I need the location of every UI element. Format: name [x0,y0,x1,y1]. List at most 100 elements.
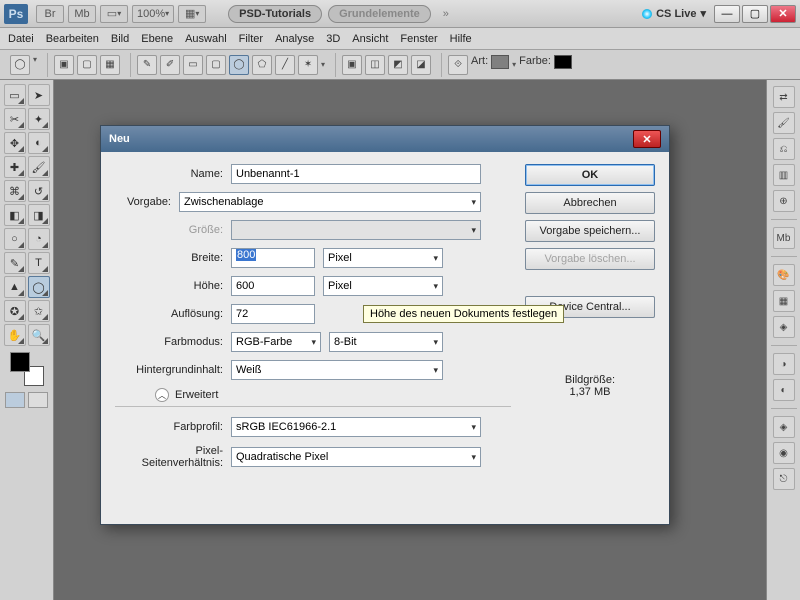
cancel-button[interactable]: Abbrechen [525,192,655,214]
panel-paths-icon[interactable]: ⎋ [773,468,795,490]
quickmask-mode-icon[interactable] [28,392,48,408]
arrow-tool-icon[interactable]: ➤ [28,84,50,106]
panel-adjustments-icon[interactable]: ⇄ [773,86,795,108]
freeform-pen-icon[interactable]: ✐ [160,55,180,75]
combine-exclude-icon[interactable]: ◪ [411,55,431,75]
menu-ansicht[interactable]: Ansicht [352,33,388,45]
shape-layers-icon[interactable]: ▣ [54,55,74,75]
menu-auswahl[interactable]: Auswahl [185,33,227,45]
move-tool-icon[interactable]: ▭ [4,84,26,106]
panel-swatches-icon[interactable]: ▦ [773,290,795,312]
menu-filter[interactable]: Filter [239,33,263,45]
stamp-tool-icon[interactable]: ⌘ [4,180,26,202]
menu-bearbeiten[interactable]: Bearbeiten [46,33,99,45]
pen-tool-icon[interactable]: ✎ [4,252,26,274]
menu-datei[interactable]: Datei [8,33,34,45]
ellipse-shape-icon[interactable]: ◯ [229,55,249,75]
par-dropdown[interactable]: Quadratische Pixel [231,447,481,467]
pen-mode-icon[interactable]: ✎ [137,55,157,75]
fg-bg-swatch[interactable] [10,352,44,386]
crop-tool-icon[interactable]: ✥ [4,132,26,154]
panel-clonesource-icon[interactable]: ⎌ [773,138,795,160]
custom-shape-icon[interactable]: ✶ [298,55,318,75]
link-style-icon[interactable]: ⟐ [448,55,468,75]
height-input[interactable] [231,276,315,296]
options-bar: ◯▾ ▣ ▢ ▦ ✎ ✐ ▭ ▢ ◯ ⬠ ╱ ✶ ▾ ▣ ◫ ◩ ◪ ⟐ Art… [0,50,800,80]
minimize-button[interactable]: — [714,5,740,23]
save-preset-button[interactable]: Vorgabe speichern... [525,220,655,242]
line-shape-icon[interactable]: ╱ [275,55,295,75]
panel-adjust2-icon[interactable]: ◐ [773,379,795,401]
advanced-toggle[interactable]: ︿ Erweitert [155,388,511,402]
polygon-shape-icon[interactable]: ⬠ [252,55,272,75]
close-button[interactable]: ✕ [770,5,796,23]
zoom-dropdown[interactable]: 100% [132,5,174,23]
3d-camera-icon[interactable]: ✩ [28,300,50,322]
3d-tool-icon[interactable]: ✪ [4,300,26,322]
ok-button[interactable]: OK [525,164,655,186]
width-unit-dropdown[interactable]: Pixel [323,248,443,268]
name-input[interactable] [231,164,481,184]
eraser-tool-icon[interactable]: ◧ [4,204,26,226]
panel-brushes-icon[interactable]: 🖌 [773,112,795,134]
bridge-button[interactable]: Br [36,5,64,23]
bitdepth-dropdown[interactable]: 8-Bit [329,332,443,352]
combine-intersect-icon[interactable]: ◩ [388,55,408,75]
dodge-tool-icon[interactable]: ◔ [28,228,50,250]
cs-live-button[interactable]: CS Live ▾ [642,7,706,20]
current-tool-icon[interactable]: ◯ [10,55,30,75]
zoom-tool-icon[interactable]: 🔍 [28,324,50,346]
combine-subtract-icon[interactable]: ◫ [365,55,385,75]
panel-measure-icon[interactable]: ⊕ [773,190,795,212]
blur-tool-icon[interactable]: ○ [4,228,26,250]
width-input[interactable]: 800 [231,248,315,268]
workspace-tab[interactable]: Grundelemente [328,5,431,23]
colormode-dropdown[interactable]: RGB-Farbe [231,332,321,352]
minibridge-button[interactable]: Mb [68,5,96,23]
profile-dropdown[interactable]: sRGB IEC61966-2.1 [231,417,481,437]
brush-tool-icon[interactable]: 🖌 [28,156,50,178]
arrange-dropdown[interactable]: ▦ [178,5,206,23]
history-brush-icon[interactable]: ↺ [28,180,50,202]
menu-hilfe[interactable]: Hilfe [450,33,472,45]
color-swatch[interactable] [554,55,572,69]
fg-color-icon[interactable] [10,352,30,372]
workspace-more-icon[interactable]: » [443,8,449,20]
wand-tool-icon[interactable]: ✦ [28,108,50,130]
heal-tool-icon[interactable]: ✚ [4,156,26,178]
height-unit-dropdown[interactable]: Pixel [323,276,443,296]
roundrect-shape-icon[interactable]: ▢ [206,55,226,75]
panel-layer-icon[interactable]: ▥ [773,164,795,186]
shape-tool-icon[interactable]: ◯ [28,276,50,298]
dialog-close-button[interactable]: ✕ [633,130,661,148]
preset-dropdown[interactable]: Zwischenablage [179,192,481,212]
path-select-icon[interactable]: ▲ [4,276,26,298]
combine-add-icon[interactable]: ▣ [342,55,362,75]
paths-icon[interactable]: ▢ [77,55,97,75]
panel-color-icon[interactable]: 🎨 [773,264,795,286]
menu-ebene[interactable]: Ebene [141,33,173,45]
screenmode-dropdown[interactable]: ▭ [100,5,128,23]
hand-tool-icon[interactable]: ✋ [4,324,26,346]
panel-channels-icon[interactable]: ◉ [773,442,795,464]
panel-mb-icon[interactable]: Mb [773,227,795,249]
menu-fenster[interactable]: Fenster [400,33,437,45]
rect-shape-icon[interactable]: ▭ [183,55,203,75]
workspace-tab-active[interactable]: PSD-Tutorials [228,5,322,23]
menu-analyse[interactable]: Analyse [275,33,314,45]
panel-masks-icon[interactable]: ◑ [773,353,795,375]
panel-layers-icon[interactable]: ◈ [773,416,795,438]
fill-pixels-icon[interactable]: ▦ [100,55,120,75]
lasso-tool-icon[interactable]: ✂ [4,108,26,130]
bgcontent-dropdown[interactable]: Weiß [231,360,443,380]
maximize-button[interactable]: ▢ [742,5,768,23]
menu-3d[interactable]: 3D [326,33,340,45]
standard-mode-icon[interactable] [5,392,25,408]
eyedropper-tool-icon[interactable]: ◐ [28,132,50,154]
gradient-tool-icon[interactable]: ◨ [28,204,50,226]
resolution-input[interactable] [231,304,315,324]
menu-bild[interactable]: Bild [111,33,129,45]
style-swatch[interactable] [491,55,509,69]
type-tool-icon[interactable]: T [28,252,50,274]
panel-styles-icon[interactable]: ◈ [773,316,795,338]
